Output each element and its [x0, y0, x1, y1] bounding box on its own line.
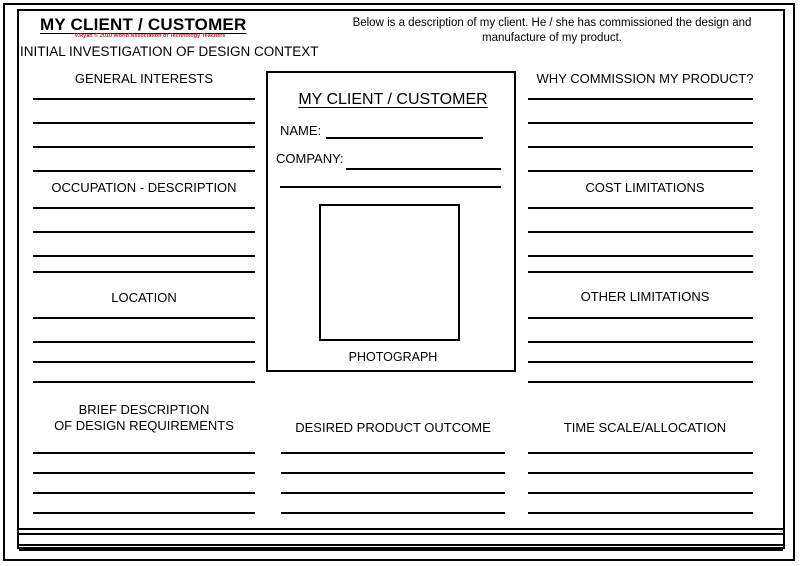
writing-line[interactable]: [528, 512, 753, 514]
writing-line[interactable]: [528, 271, 753, 273]
name-label: NAME:: [280, 123, 322, 138]
page-description: Below is a description of my client. He …: [352, 17, 752, 44]
name-input-line[interactable]: [326, 137, 483, 139]
writing-line[interactable]: [33, 317, 255, 319]
writing-line[interactable]: [33, 255, 255, 257]
writing-line[interactable]: [33, 231, 255, 233]
writing-line[interactable]: [33, 170, 255, 172]
writing-line[interactable]: [528, 452, 753, 454]
client-details-card: MY CLIENT / CUSTOMER NAME: COMPANY: PHOT…: [266, 71, 516, 372]
worksheet-page: MY CLIENT / CUSTOMER V.Ryan © 2010 World…: [0, 0, 800, 566]
company-input-line[interactable]: [346, 168, 501, 170]
writing-line[interactable]: [528, 361, 753, 363]
writing-line[interactable]: [281, 512, 505, 514]
writing-line[interactable]: [33, 452, 255, 454]
section-heading-cost-limitations: COST LIMITATIONS: [585, 180, 705, 195]
writing-line[interactable]: [33, 271, 255, 273]
section-heading-other-limitations: OTHER LIMITATIONS: [580, 289, 710, 304]
writing-line[interactable]: [281, 472, 505, 474]
section-heading-general-interests: GENERAL INTERESTS: [74, 71, 214, 86]
section-heading-brief-description: BRIEF DESCRIPTION OF DESIGN REQUIREMENTS: [54, 402, 234, 433]
writing-line[interactable]: [33, 207, 255, 209]
writing-line[interactable]: [33, 381, 255, 383]
writing-line[interactable]: [528, 207, 753, 209]
section-heading-location: LOCATION: [111, 290, 177, 305]
page-subtitle: INITIAL INVESTIGATION OF DESIGN CONTEXT: [20, 44, 319, 59]
writing-line[interactable]: [528, 146, 753, 148]
company-label: COMPANY:: [276, 151, 344, 166]
footer-divider: [19, 544, 783, 546]
section-heading-why-commission: WHY COMMISSION MY PRODUCT?: [536, 71, 754, 86]
footer-divider: [19, 549, 783, 551]
footer-divider: [19, 533, 783, 535]
photograph-caption: PHOTOGRAPH: [348, 350, 438, 364]
writing-line[interactable]: [528, 472, 753, 474]
writing-line[interactable]: [528, 492, 753, 494]
writing-line[interactable]: [33, 512, 255, 514]
writing-line[interactable]: [528, 317, 753, 319]
writing-line[interactable]: [528, 231, 753, 233]
writing-line[interactable]: [33, 98, 255, 100]
section-heading-desired-outcome: DESIRED PRODUCT OUTCOME: [295, 420, 491, 435]
writing-line[interactable]: [528, 170, 753, 172]
writing-line[interactable]: [33, 341, 255, 343]
photograph-placeholder[interactable]: [319, 204, 460, 341]
writing-line[interactable]: [33, 472, 255, 474]
footer-divider: [19, 528, 783, 530]
section-heading-occupation: OCCUPATION - DESCRIPTION: [51, 180, 237, 195]
writing-line[interactable]: [528, 122, 753, 124]
client-card-title: MY CLIENT / CUSTOMER: [298, 91, 488, 108]
section-heading-time-scale: TIME SCALE/ALLOCATION: [563, 420, 727, 435]
writing-line[interactable]: [280, 186, 501, 188]
writing-line[interactable]: [33, 361, 255, 363]
writing-line[interactable]: [528, 98, 753, 100]
writing-line[interactable]: [33, 122, 255, 124]
page-title: MY CLIENT / CUSTOMER: [40, 15, 247, 34]
writing-line[interactable]: [528, 255, 753, 257]
writing-line[interactable]: [528, 341, 753, 343]
writing-line[interactable]: [528, 381, 753, 383]
writing-line[interactable]: [281, 452, 505, 454]
copyright-credit: V.Ryan © 2010 World Association of Techn…: [74, 33, 226, 39]
writing-line[interactable]: [33, 146, 255, 148]
writing-line[interactable]: [281, 492, 505, 494]
writing-line[interactable]: [33, 492, 255, 494]
